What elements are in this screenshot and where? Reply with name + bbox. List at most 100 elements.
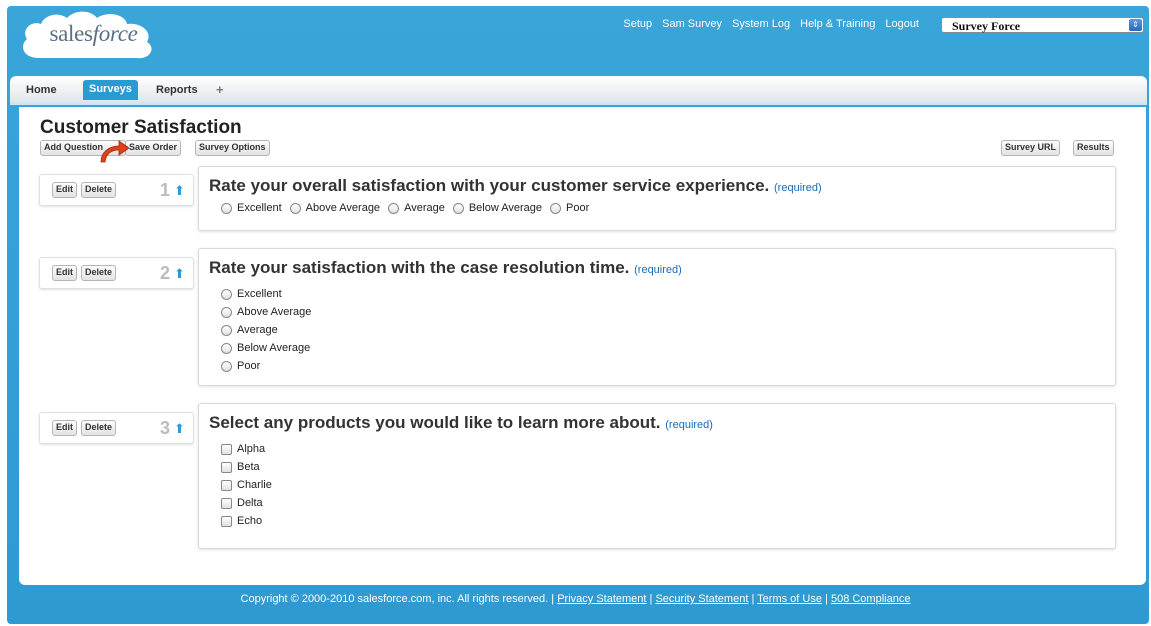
copyright-text: Copyright © 2000-2010 salesforce.com, in… (240, 593, 555, 605)
option-label: Excellent (237, 288, 282, 300)
question-3-card: Select any products you would like to le… (198, 403, 1116, 549)
setup-link[interactable]: Setup (623, 18, 652, 30)
tab-all-tabs-plus[interactable]: + (210, 82, 230, 98)
option-label: Excellent (237, 202, 282, 214)
logo-wordmark: salesforce (31, 21, 156, 47)
user-menu-link[interactable]: Sam Survey (662, 18, 722, 30)
salesforce-logo[interactable]: salesforce (17, 8, 162, 63)
help-training-link[interactable]: Help & Training (800, 18, 875, 30)
move-up-icon[interactable]: ⬆ (174, 421, 185, 437)
option-label: Alpha (237, 443, 266, 455)
checkbox[interactable] (221, 443, 232, 455)
option-average[interactable]: Average (388, 202, 445, 214)
move-up-icon[interactable]: ⬆ (174, 183, 185, 199)
option-label: Above Average (237, 306, 312, 318)
edit-question-3-button[interactable]: Edit (52, 420, 77, 436)
option-label: Below Average (468, 202, 543, 214)
question-3-number: 3 (160, 418, 171, 438)
tab-reports[interactable]: Reports (150, 82, 204, 98)
option-alpha[interactable]: Alpha (221, 440, 272, 458)
security-statement-link[interactable]: Security Statement (655, 593, 748, 605)
question-3-controls: Edit Delete 3 ⬆ (39, 412, 194, 444)
option-poor[interactable]: Poor (221, 357, 311, 375)
question-1-options: Excellent Above Average Average Below Av… (221, 202, 589, 214)
edit-question-1-button[interactable]: Edit (52, 182, 77, 198)
checkbox[interactable] (221, 515, 232, 527)
privacy-statement-link[interactable]: Privacy Statement (557, 593, 646, 605)
required-label: (required) (665, 419, 713, 431)
top-nav-links: Setup Sam Survey System Log Help & Train… (623, 18, 919, 30)
radio-button[interactable] (221, 360, 232, 372)
option-label: Average (404, 202, 445, 214)
survey-url-button[interactable]: Survey URL (1001, 140, 1061, 156)
option-below-average[interactable]: Below Average (221, 339, 311, 357)
radio-button[interactable] (388, 202, 400, 214)
delete-question-1-button[interactable]: Delete (81, 182, 117, 198)
option-label: Above Average (305, 202, 381, 214)
option-above-average[interactable]: Above Average (289, 202, 381, 214)
question-2-controls: Edit Delete 2 ⬆ (39, 257, 194, 289)
question-2-card: Rate your satisfaction with the case res… (198, 248, 1116, 386)
system-log-link[interactable]: System Log (732, 18, 790, 30)
option-excellent[interactable]: Excellent (221, 202, 282, 214)
508-compliance-link[interactable]: 508 Compliance (831, 593, 911, 605)
logo-text-sales: sales (49, 21, 93, 46)
option-label: Charlie (237, 479, 272, 491)
option-excellent[interactable]: Excellent (221, 285, 311, 303)
edit-question-2-button[interactable]: Edit (52, 265, 77, 281)
radio-button[interactable] (221, 324, 232, 336)
delete-question-3-button[interactable]: Delete (81, 420, 117, 436)
option-label: Echo (237, 515, 263, 527)
radio-button[interactable] (289, 202, 301, 214)
page-title: Customer Satisfaction (40, 117, 242, 138)
option-beta[interactable]: Beta (221, 458, 272, 476)
option-label: Average (237, 324, 278, 336)
header: salesforce Setup Sam Survey System Log H… (7, 6, 1149, 68)
footer: Copyright © 2000-2010 salesforce.com, in… (240, 593, 911, 605)
tab-home[interactable]: Home (20, 82, 63, 98)
radio-button[interactable] (221, 342, 232, 354)
checkbox[interactable] (221, 479, 232, 491)
question-2-title: Rate your satisfaction with the case res… (209, 258, 682, 278)
required-label: (required) (634, 264, 682, 276)
question-3-text: Select any products you would like to le… (209, 413, 661, 432)
app-selector-value: Survey Force (952, 19, 1021, 33)
question-1-number: 1 (160, 180, 171, 200)
logout-link[interactable]: Logout (885, 18, 919, 30)
option-echo[interactable]: Echo (221, 512, 272, 530)
radio-button[interactable] (221, 202, 232, 214)
move-up-icon[interactable]: ⬆ (174, 266, 185, 282)
checkbox[interactable] (221, 497, 232, 509)
survey-options-button[interactable]: Survey Options (195, 140, 270, 156)
tab-bar: Home Surveys Reports + (10, 76, 1147, 105)
question-3-options: Alpha Beta Charlie Delta Echo (221, 440, 272, 530)
pointer-arrow-icon (100, 140, 130, 163)
select-arrows-icon: ⇕ (1129, 19, 1142, 31)
option-above-average[interactable]: Above Average (221, 303, 311, 321)
option-below-average[interactable]: Below Average (452, 202, 543, 214)
question-2-number: 2 (160, 263, 171, 283)
option-label: Delta (237, 497, 263, 509)
option-delta[interactable]: Delta (221, 494, 272, 512)
question-1-text: Rate your overall satisfaction with your… (209, 176, 770, 195)
tab-surveys[interactable]: Surveys (83, 80, 138, 100)
terms-of-use-link[interactable]: Terms of Use (757, 593, 822, 605)
radio-button[interactable] (221, 288, 232, 300)
app-selector[interactable]: Survey Force ⇕ (941, 17, 1144, 33)
results-button[interactable]: Results (1073, 140, 1114, 156)
option-label: Poor (237, 360, 261, 372)
option-average[interactable]: Average (221, 321, 311, 339)
required-label: (required) (774, 182, 822, 194)
option-poor[interactable]: Poor (550, 202, 589, 214)
question-1-title: Rate your overall satisfaction with your… (209, 176, 822, 196)
question-1-card: Rate your overall satisfaction with your… (198, 166, 1116, 231)
delete-question-2-button[interactable]: Delete (81, 265, 117, 281)
question-2-options: Excellent Above Average Average Below Av… (221, 285, 311, 375)
radio-button[interactable] (452, 202, 464, 214)
radio-button[interactable] (550, 202, 562, 214)
radio-button[interactable] (221, 306, 232, 318)
checkbox[interactable] (221, 461, 232, 473)
main-content: Customer Satisfaction Add Question Save … (19, 107, 1146, 585)
save-order-button[interactable]: Save Order (125, 140, 182, 156)
option-charlie[interactable]: Charlie (221, 476, 272, 494)
